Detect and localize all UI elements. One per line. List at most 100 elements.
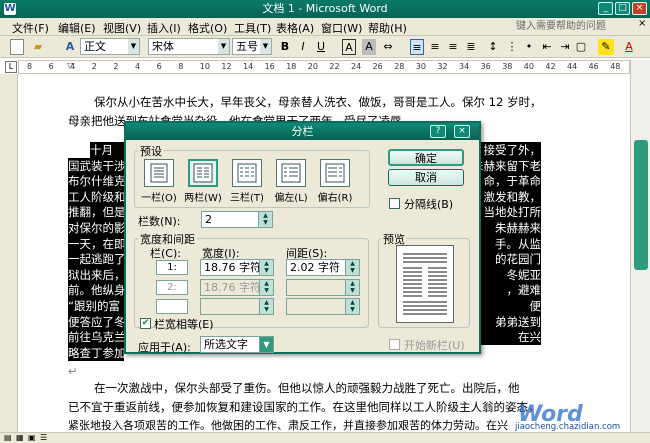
- normal-view-icon[interactable]: ▤: [4, 433, 12, 442]
- char-shading-button[interactable]: A: [362, 39, 376, 55]
- preset-left-label: 偏左(L): [274, 193, 308, 204]
- bold-button[interactable]: B: [278, 39, 292, 55]
- increase-indent-icon[interactable]: ⇥: [558, 39, 572, 55]
- preset-two-label: 两栏(W): [184, 193, 222, 204]
- apply-to-label: 应用于(A):: [138, 341, 191, 354]
- selected-line-left: 狱出来后，: [68, 266, 124, 283]
- decrease-indent-icon[interactable]: ⇤: [540, 39, 554, 55]
- menu-edit[interactable]: 编辑(E): [58, 20, 96, 36]
- align-justify-icon[interactable]: ≡: [410, 39, 424, 55]
- font-combo[interactable]: 宋体 ▼: [148, 38, 230, 55]
- help-search-input[interactable]: 键入需要帮助的问题: [516, 19, 632, 34]
- menu-file[interactable]: 文件(F): [12, 20, 49, 36]
- distributed-icon[interactable]: ≣: [464, 39, 478, 55]
- bullets-icon[interactable]: •: [522, 39, 536, 55]
- menu-format[interactable]: 格式(O): [188, 20, 227, 36]
- preset-left[interactable]: [276, 159, 306, 187]
- site-watermark: jiaocheng.chazidian.com: [515, 422, 621, 432]
- dialog-title: 分栏: [291, 125, 314, 138]
- char-scale-icon[interactable]: ⇔: [380, 39, 396, 55]
- styles-pane-icon[interactable]: A: [63, 39, 77, 55]
- close-window-button[interactable]: ×: [632, 2, 647, 15]
- horizontal-ruler[interactable]: L ▽ 8 6 4 2 2 4 6 8 10 12 14 16 18 20 22 24 26 28 30 32 34 36…: [5, 60, 630, 74]
- dialog-close-button[interactable]: ×: [454, 125, 470, 138]
- preset-one-column[interactable]: [144, 159, 174, 187]
- menu-table[interactable]: 表格(A): [276, 20, 314, 36]
- spin-arrows-icon[interactable]: ▲ ▼: [345, 260, 359, 275]
- line-spacing-icon[interactable]: ↕: [486, 39, 500, 55]
- col-number-2: 2:: [156, 280, 188, 295]
- status-bar: ▤ ▦ ▣ ☰: [0, 432, 650, 443]
- underline-button[interactable]: U: [314, 39, 328, 55]
- ruler-tick: 40: [523, 62, 534, 71]
- ruler-tick: 12: [221, 62, 232, 71]
- ruler-tick: 16: [264, 62, 275, 71]
- tab-selector-icon[interactable]: L: [5, 61, 17, 73]
- equal-width-checkbox[interactable]: ✔: [140, 318, 151, 329]
- num-columns-spinner[interactable]: 2 ▲ ▼: [201, 211, 273, 228]
- highlight-icon[interactable]: ✎: [598, 39, 614, 55]
- vertical-ruler[interactable]: [0, 74, 18, 432]
- line-between-checkbox[interactable]: [389, 198, 400, 209]
- preset-right[interactable]: [320, 159, 350, 187]
- preset-two-columns[interactable]: [188, 159, 218, 187]
- selected-line-right: 冬妮亚: [481, 266, 541, 283]
- menu-help[interactable]: 帮助(H): [368, 20, 407, 36]
- word-app-icon[interactable]: W: [4, 3, 16, 15]
- close-doc-icon[interactable]: ×: [638, 18, 646, 29]
- selected-line-left: 便答应了冬: [68, 313, 124, 330]
- selected-line-left: 前往乌克兰: [68, 329, 124, 346]
- cancel-button[interactable]: 取消: [388, 169, 464, 186]
- italic-button[interactable]: I: [296, 39, 310, 55]
- maximize-button[interactable]: □: [615, 2, 630, 15]
- font-size-combo[interactable]: 五号 ▼: [232, 38, 272, 55]
- ruler-tick: 28: [394, 62, 405, 71]
- selected-line-left: 布尔什维克: [68, 173, 124, 190]
- chevron-down-icon[interactable]: ▼: [260, 39, 271, 54]
- numbering-icon[interactable]: ⋮: [505, 39, 519, 55]
- width-spinner-1[interactable]: 18.76 字符 ▲ ▼: [200, 259, 274, 276]
- spin-arrows-icon[interactable]: ▲ ▼: [259, 260, 273, 275]
- menu-tools[interactable]: 工具(T): [234, 20, 271, 36]
- para2-line1: 在一次激战中，保尔头部受了重伤。但他以惊人的顽强毅力战胜了死亡。出院后，他: [94, 381, 520, 395]
- style-combo[interactable]: 正文 ▼: [80, 38, 140, 55]
- ok-button[interactable]: 确定: [388, 149, 464, 166]
- chevron-down-icon[interactable]: ▼: [128, 39, 139, 54]
- new-doc-icon[interactable]: [10, 39, 24, 55]
- selected-line-left: 前。他纵身: [68, 282, 124, 299]
- dialog-title-bar: 分栏 ? ×: [126, 123, 479, 140]
- selected-line-left: 十月: [90, 142, 124, 158]
- web-view-icon[interactable]: ▦: [16, 433, 24, 442]
- font-color-button[interactable]: A: [622, 39, 636, 55]
- open-folder-icon[interactable]: ▰: [30, 39, 46, 55]
- menu-window[interactable]: 窗口(W): [321, 20, 362, 36]
- menu-view[interactable]: 视图(V): [103, 20, 141, 36]
- menu-bar: 文件(F) 编辑(E) 视图(V) 插入(I) 格式(O) 工具(T) 表格(A…: [0, 18, 650, 36]
- ruler-tick: 32: [437, 62, 448, 71]
- align-center-icon[interactable]: ≡: [428, 39, 442, 55]
- new-column-checkbox: [389, 339, 400, 350]
- formatting-toolbar: ▰ A 正文 ▼ 宋体 ▼ 五号 ▼ B I U A A ⇔ ≡ ≡ ≡ ≣ ↕ ⋮ …: [0, 36, 650, 58]
- ruler-tick: 4: [70, 62, 76, 71]
- vertical-scrollbar[interactable]: [630, 60, 650, 432]
- chevron-down-icon[interactable]: ▼: [259, 337, 273, 352]
- print-view-icon[interactable]: ▣: [28, 433, 36, 442]
- spacing-spinner-1[interactable]: 2.02 字符 ▲ ▼: [286, 259, 360, 276]
- scroll-thumb[interactable]: [634, 140, 648, 270]
- minimize-button[interactable]: _: [598, 2, 613, 15]
- help-icon[interactable]: ?: [430, 125, 446, 138]
- apply-to-select[interactable]: 所选文字 ▼: [200, 336, 274, 353]
- preset-three-columns[interactable]: [232, 159, 262, 187]
- char-border-button[interactable]: A: [342, 39, 356, 55]
- col-number-3: [156, 299, 188, 314]
- presets-label: 预设: [138, 143, 164, 159]
- menu-insert[interactable]: 插入(I): [147, 20, 181, 36]
- outside-border-icon[interactable]: ▢: [574, 39, 588, 55]
- spacing-spinner-3: ▲ ▼: [286, 298, 360, 315]
- spin-arrows-icon[interactable]: ▲ ▼: [258, 212, 272, 227]
- outline-view-icon[interactable]: ☰: [40, 433, 47, 442]
- chevron-down-icon[interactable]: ▼: [218, 39, 229, 54]
- align-right-icon[interactable]: ≡: [446, 39, 460, 55]
- ruler-tick: 24: [351, 62, 362, 71]
- ruler-tick: 38: [502, 62, 513, 71]
